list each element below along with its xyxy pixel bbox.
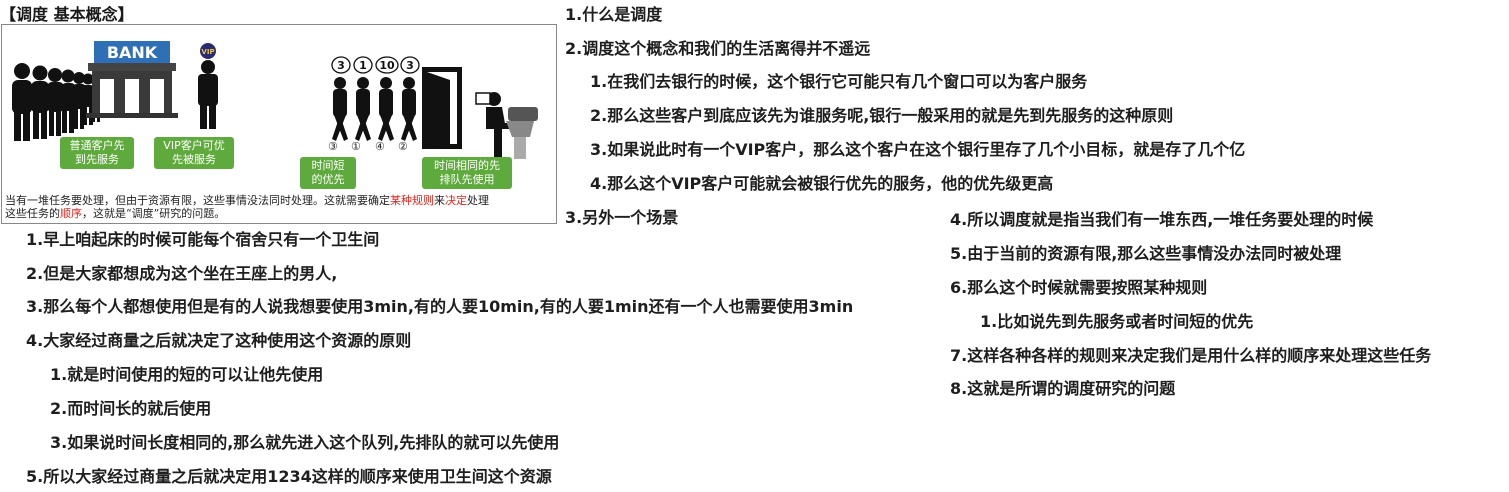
- toilet-person-icon: [475, 92, 538, 159]
- time-bubble-number: 10: [379, 59, 395, 72]
- note-line: 3.如果说时间长度相同的,那么就先进入这个队列,先排队的就可以先使用: [50, 433, 560, 452]
- door-icon: [422, 67, 462, 149]
- vip-customer-box: VIP客户可优 先被服务: [154, 137, 234, 169]
- note-line: 1.在我们去银行的时候，这个银行它可能只有几个窗口可以为客户服务: [590, 72, 1088, 91]
- note-line: 1.什么是调度: [565, 5, 663, 24]
- time-bubble-number: 1: [359, 59, 367, 72]
- note-line: 8.这就是所谓的调度研究的问题: [950, 379, 1176, 398]
- vip-person-icon: VIP: [198, 43, 218, 129]
- note-line: 5.由于当前的资源有限,那么这些事情没办法同时被处理: [950, 244, 1342, 263]
- note-line: 6.那么这个时候就需要按照某种规则: [950, 278, 1208, 297]
- people-queue-icon: [12, 63, 101, 141]
- normal-customer-box: 普通客户先 到先服务: [60, 137, 134, 169]
- note-line: 1.就是时间使用的短的可以让他先使用: [50, 365, 324, 384]
- waiting-people-icon: [332, 77, 417, 141]
- note-line: 4.大家经过商量之后就决定了这种使用这个资源的原则: [26, 331, 412, 350]
- time-bubble-number: 3: [337, 59, 345, 72]
- note-line: 3.另外一个场景: [565, 208, 679, 227]
- vip-badge: VIP: [201, 48, 214, 56]
- order-mark: ①: [351, 140, 361, 153]
- note-line: 2.而时间长的就后使用: [50, 399, 212, 418]
- note-line: 2.那么这些客户到底应该先为谁服务呢,银行一般采用的就是先到先服务的这种原则: [590, 106, 1174, 125]
- bank-building-icon: BANK: [86, 41, 178, 118]
- bank-label: BANK: [107, 43, 158, 62]
- note-line: 5.所以大家经过商量之后就决定用1234这样的顺序来使用卫生间这个资源: [26, 467, 552, 486]
- note-line: 2.但是大家都想成为这个坐在王座上的男人,: [26, 264, 338, 283]
- note-line: 1.比如说先到先服务或者时间短的优先: [980, 312, 1254, 331]
- note-line: 3.那么每个人都想使用但是有的人说我想要使用3min,有的人要10min,有的人…: [26, 297, 854, 316]
- order-mark: ③: [328, 140, 338, 153]
- note-line: 2.调度这个概念和我们的生活离得并不遥远: [565, 39, 871, 58]
- order-mark: ④: [375, 140, 385, 153]
- note-line: 4.那么这个VIP客户可能就会被银行优先的服务，他的优先级更高: [590, 174, 1054, 193]
- note-line: 1.早上咱起床的时候可能每个宿舍只有一个卫生间: [26, 230, 380, 249]
- figure-caption: 当有一堆任务要处理，但由于资源有限，这些事情没法同时处理。这就需要确定某种规则来…: [5, 194, 489, 220]
- shortest-first-box: 时间短 的优先: [300, 157, 356, 189]
- page-title: 【调度 基本概念】: [0, 5, 134, 24]
- note-line: 7.这样各种各样的规则来决定我们是用什么样的顺序来处理这些任务: [950, 346, 1432, 365]
- note-line: 3.如果说此时有一个VIP客户，那么这个客户在这个银行里存了几个小目标，就是存了…: [590, 140, 1246, 159]
- order-mark: ②: [398, 140, 408, 153]
- same-time-fifo-box: 时间相同的先 排队先使用: [422, 157, 512, 189]
- time-bubble-number: 3: [406, 59, 414, 72]
- time-bubbles: 3 1 10 3: [331, 56, 420, 74]
- note-line: 4.所以调度就是指当我们有一堆东西,一堆任务要处理的时候: [950, 210, 1374, 229]
- illustration-panel: BANK VIP 3 1 10 3 普通客户先 到先服务 VIP客户可优 先被服…: [1, 24, 557, 224]
